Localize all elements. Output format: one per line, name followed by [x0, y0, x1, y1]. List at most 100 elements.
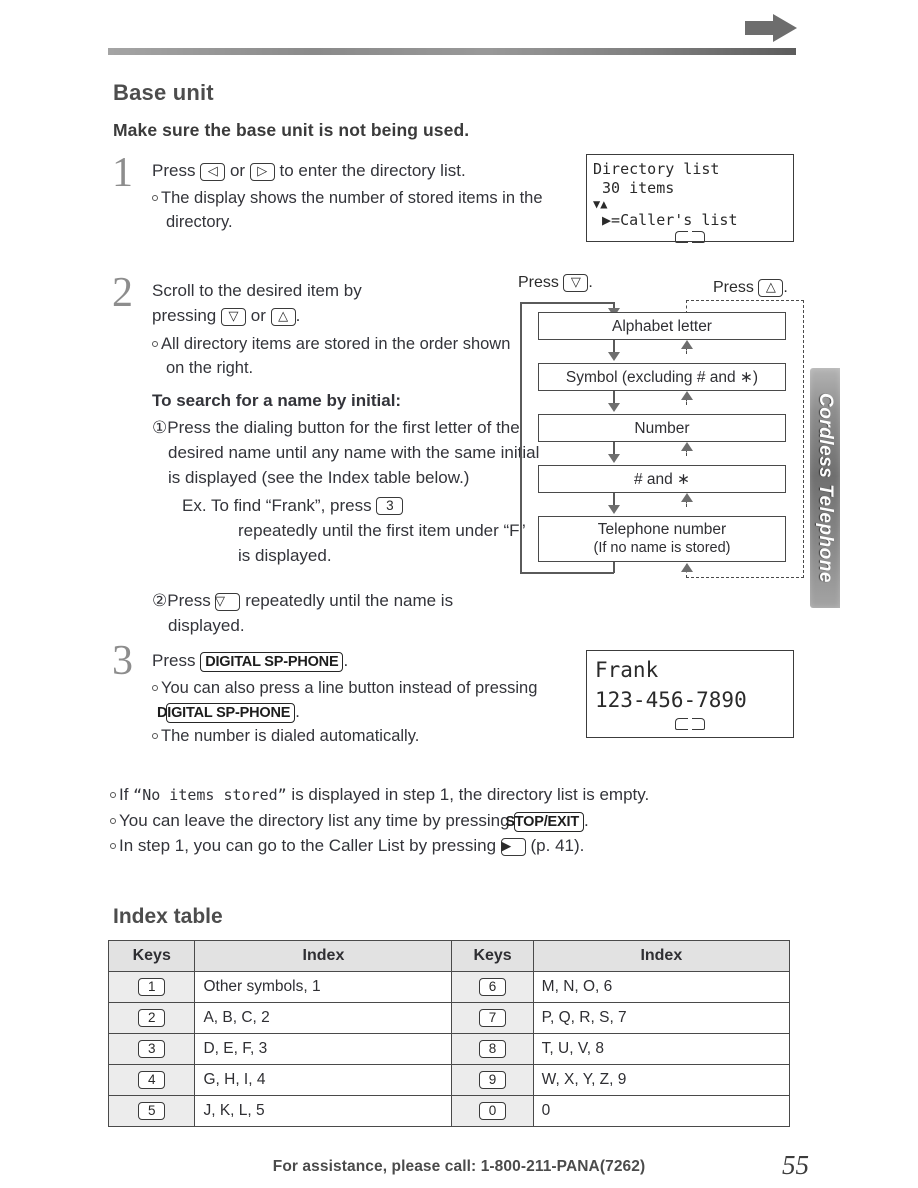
flow-box-telephone-number: Telephone number (If no name is stored)	[538, 516, 786, 562]
flow-arrow-up-icon	[681, 493, 693, 502]
note-2-pre: You can leave the directory list any tim…	[119, 811, 515, 830]
step-2-bullet-text: All directory items are stored in the or…	[161, 335, 511, 377]
note-2-post: .	[584, 811, 589, 830]
down-arrow-key-icon[interactable]: ▽	[215, 593, 241, 611]
index-cell: Other symbols, 1	[194, 971, 453, 1003]
step-2-line-2: pressing ▽ or △.	[152, 303, 532, 328]
lcd-display-frank: Frank 123-456-7890	[586, 650, 794, 738]
step-2-search-block: To search for a name by initial: ①Press …	[152, 388, 542, 568]
note-1: If “No items stored” is displayed in ste…	[110, 782, 810, 808]
flow-arrow-down-icon	[608, 454, 620, 463]
dial-key-3-icon[interactable]: 3	[376, 497, 404, 515]
key-cell: 0	[451, 1095, 534, 1127]
flow-box-label: Telephone number	[597, 521, 727, 538]
step-3-bullet-2: The number is dialed automatically.	[152, 724, 552, 748]
page-number: 55	[782, 1150, 809, 1180]
right-arrow-icon	[745, 14, 797, 42]
key-cell: 9	[451, 1064, 534, 1096]
bullet-dot-icon	[110, 818, 116, 824]
flow-press-up-period: .	[783, 279, 788, 296]
lcd-display-directory-list: Directory list 30 items ▼▲ ▶=Caller's li…	[586, 154, 794, 243]
example-label: Ex.	[182, 496, 207, 515]
flow-left-loop-bottom	[520, 572, 614, 574]
key-cell: 5	[107, 1095, 196, 1127]
digital-sp-phone-button[interactable]: DIGITAL SP-PHONE	[157, 703, 296, 723]
bullet-dot-icon	[152, 195, 158, 201]
up-arrow-key-icon[interactable]: △	[270, 308, 296, 326]
flow-box-label: Alphabet letter	[612, 317, 712, 335]
dial-key-icon[interactable]: 0	[479, 1101, 507, 1120]
flow-left-loop-line	[520, 302, 522, 574]
page-notes: If “No items stored” is displayed in ste…	[110, 782, 810, 858]
right-arrow-key-icon[interactable]: ▶	[500, 838, 526, 856]
key-cell: 2	[107, 1002, 196, 1034]
dial-key-icon[interactable]: 6	[479, 977, 507, 996]
flow-arrow-down-icon	[608, 505, 620, 514]
search-by-initial-heading: To search for a name by initial:	[152, 391, 402, 410]
up-arrow-key-icon[interactable]: △	[758, 279, 784, 297]
search-item-2-text: repeatedly until the name is displayed.	[168, 591, 454, 635]
flow-arrow-up-icon	[681, 563, 693, 572]
dial-key-icon[interactable]: 7	[479, 1008, 507, 1027]
table-row: 5 J, K, L, 5 0 0	[107, 1095, 791, 1127]
step-3-bullet-1-period: .	[295, 703, 300, 721]
note-3: In step 1, you can go to the Caller List…	[110, 833, 810, 858]
dial-key-icon[interactable]: 4	[138, 1070, 166, 1089]
lcd1-line-4: ▶=Caller's list	[593, 211, 738, 229]
lcd1-line-1: Directory list	[593, 160, 720, 178]
book-icon	[595, 711, 785, 741]
flow-arrow-up-icon	[681, 391, 693, 400]
table-header-row: Keys Index Keys Index	[107, 940, 791, 972]
flow-box-label: Number	[634, 419, 690, 437]
digital-sp-phone-button[interactable]: DIGITAL SP-PHONE	[200, 652, 344, 672]
search-item-2: ②Press ▽ repeatedly until the name is di…	[152, 588, 532, 638]
col-header-index-1: Index	[194, 940, 453, 972]
dial-key-icon[interactable]: 5	[138, 1101, 166, 1120]
flow-down-stem-5	[613, 562, 615, 573]
flow-box-label: # and ∗	[633, 470, 691, 488]
circled-1-marker: ①	[152, 418, 168, 437]
step-2-body: Scroll to the desired item by pressing ▽…	[152, 278, 532, 380]
key-cell: 6	[451, 971, 534, 1003]
step-1-bullet-text: The display shows the number of stored i…	[161, 189, 543, 231]
step-1-line: Press ◁ or ▷ to enter the directory list…	[152, 161, 466, 181]
step-3-press-label: Press	[152, 651, 196, 670]
down-arrow-key-icon[interactable]: ▽	[221, 308, 246, 326]
bullet-dot-icon	[110, 792, 116, 798]
flow-box-alphabet-letter: Alphabet letter	[538, 312, 786, 340]
key-cell: 7	[451, 1002, 534, 1034]
bullet-dot-icon	[152, 733, 158, 739]
index-cell: P, Q, R, S, 7	[532, 1002, 791, 1034]
flow-arrow-down-icon	[608, 352, 620, 361]
step-1-press-label: Press	[152, 161, 196, 180]
dial-key-icon[interactable]: 9	[479, 1070, 507, 1089]
flow-press-down-text: Press	[518, 274, 559, 291]
search-item-1: ①Press the dialing button for the first …	[152, 415, 542, 490]
flow-left-loop-top	[520, 302, 614, 304]
dial-key-icon[interactable]: 2	[138, 1008, 166, 1027]
dial-key-icon[interactable]: 3	[138, 1039, 166, 1058]
step-3-body: Press DIGITAL SP-PHONE. You can also pre…	[152, 648, 552, 748]
down-arrow-key-icon[interactable]: ▽	[563, 274, 589, 292]
step-2-pressing-label: pressing	[152, 306, 217, 325]
lcd1-line-2: 30 items	[593, 179, 675, 197]
step-2-line-1: Scroll to the desired item by	[152, 281, 362, 300]
index-cell: D, E, F, 3	[194, 1033, 453, 1065]
stop-exit-button[interactable]: STOP/EXIT	[505, 812, 584, 832]
note-3-post: (p. 41).	[525, 836, 585, 855]
key-cell: 4	[107, 1064, 196, 1096]
note-1-post: is displayed in step 1, the directory li…	[286, 785, 650, 804]
dial-key-icon[interactable]: 1	[138, 977, 166, 996]
index-cell: M, N, O, 6	[532, 971, 791, 1003]
step-2-or-label: or	[250, 306, 266, 325]
directory-order-flowchart: Alphabet letter Symbol (excluding # and …	[520, 300, 805, 588]
dial-key-icon[interactable]: 8	[479, 1039, 507, 1058]
key-cell: 1	[107, 971, 196, 1003]
right-arrow-key-icon[interactable]: ▷	[249, 163, 275, 181]
bullet-dot-icon	[110, 843, 116, 849]
key-cell: 3	[107, 1033, 196, 1065]
left-arrow-key-icon[interactable]: ◁	[200, 163, 226, 181]
index-cell: 0	[532, 1095, 791, 1127]
step-3-bullet-1-text: You can also press a line button instead…	[161, 679, 538, 697]
bullet-dot-icon	[152, 341, 158, 347]
